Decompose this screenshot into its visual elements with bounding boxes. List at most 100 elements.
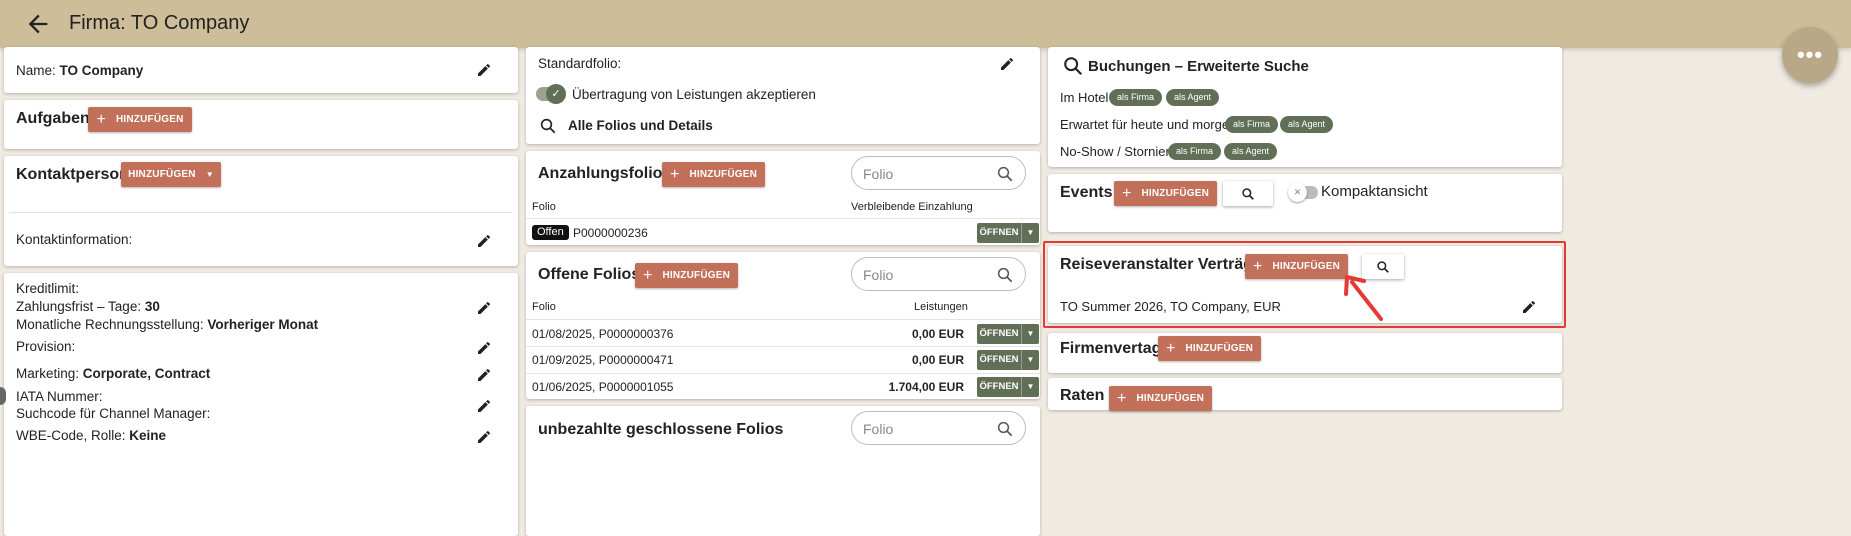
open-folio-row: 01/08/2025, P0000000376 (532, 327, 674, 341)
in-hotel-agent-tag[interactable]: als Agent (1166, 89, 1220, 106)
tasks-card: Aufgaben + HINZUFÜGEN (4, 100, 518, 149)
search-icon (997, 166, 1013, 182)
status-badge: Offen (532, 225, 569, 240)
noshow-firm-tag[interactable]: als Firma (1168, 143, 1222, 160)
iata-number: IATA Nummer: (16, 389, 103, 404)
edit-icon[interactable] (999, 56, 1015, 72)
search-icon (997, 421, 1013, 437)
caret-down-icon[interactable]: ▼ (1021, 324, 1039, 344)
col-folio: Folio (532, 301, 556, 313)
edit-icon[interactable] (476, 398, 492, 414)
company-contract-add-button[interactable]: + HINZUFÜGEN (1158, 336, 1261, 361)
events-card: Events + HINZUFÜGEN ✕ Kompaktansicht (1048, 174, 1562, 232)
edit-icon[interactable] (476, 62, 492, 78)
open-folio-button[interactable]: ÖFFNEN ▼ (977, 377, 1039, 397)
edit-icon[interactable] (476, 340, 492, 356)
standard-folio: Standardfolio: (538, 56, 622, 71)
expected-firm-tag[interactable]: als Firma (1225, 116, 1279, 133)
compact-view-label: Kompaktansicht (1321, 183, 1428, 200)
company-contract-card: Firmenvertag + HINZUFÜGEN (1048, 333, 1562, 373)
events-search-button[interactable] (1223, 181, 1273, 206)
unpaid-folios-title: unbezahlte geschlossene Folios (538, 421, 784, 438)
col-remaining: Verbleibende Einzahlung (851, 201, 973, 213)
expected-agent-tag[interactable]: als Agent (1280, 116, 1334, 133)
col-services: Leistungen (914, 301, 968, 313)
payment-terms: Zahlungsfrist – Tage: 30 (16, 299, 160, 314)
rates-add-button[interactable]: + HINZUFÜGEN (1109, 386, 1212, 411)
monthly-billing: Monatliche Rechnungsstellung: Vorheriger… (16, 317, 319, 332)
open-folio-button[interactable]: ÖFFNEN ▼ (977, 350, 1039, 370)
caret-down-icon[interactable]: ▼ (1021, 350, 1039, 370)
commission: Provision: (16, 339, 76, 354)
unpaid-search-input[interactable]: Folio (851, 411, 1026, 445)
search-placeholder: Folio (863, 421, 894, 437)
col-folio: Folio (532, 201, 556, 213)
search-icon (997, 267, 1013, 283)
caret-down-icon[interactable]: ▼ (1021, 377, 1039, 397)
contact-card: Kontaktperson HINZUFÜGEN ▼ Kontaktinforma… (4, 156, 518, 266)
open-folios-title: Offene Folios (538, 266, 641, 283)
contact-info: Kontaktinformation: (16, 232, 133, 247)
plus-icon: + (1252, 257, 1263, 275)
open-folios-card: Offene Folios + HINZUFÜGEN Folio Folio Le… (526, 252, 1040, 399)
folio-amount: 1.704,00 EUR (888, 380, 964, 394)
compact-view-toggle[interactable]: ✕ (1288, 183, 1318, 202)
expected-label: Erwartet für heute und morgen (1060, 117, 1237, 132)
open-folio-button[interactable]: ÖFFNEN ▼ (977, 223, 1039, 243)
tasks-title: Aufgaben (16, 110, 90, 127)
arrow-back-icon[interactable] (24, 10, 52, 38)
contact-title: Kontaktperson (16, 166, 129, 183)
plus-icon: + (96, 110, 106, 128)
deposit-folios-title: Anzahlungsfolios (538, 165, 672, 182)
open-search-input[interactable]: Folio (851, 257, 1026, 291)
caret-down-icon: ▼ (205, 170, 214, 179)
bookings-title: Buchungen – Erweiterte Suche (1088, 58, 1309, 75)
unpaid-folios-card: unbezahlte geschlossene Folios Folio (526, 406, 1040, 536)
edit-icon[interactable] (476, 429, 492, 445)
rates-card: Raten + HINZUFÜGEN (1048, 378, 1562, 411)
tasks-add-button[interactable]: + HINZUFÜGEN (88, 107, 192, 132)
rates-title: Raten (1060, 387, 1105, 404)
accept-transfer-toggle[interactable]: ✓ (536, 84, 566, 104)
deposit-folio-number: P0000000236 (573, 226, 648, 240)
search-icon (1242, 187, 1254, 200)
deposit-search-input[interactable]: Folio (851, 156, 1026, 190)
contact-add-button[interactable]: HINZUFÜGEN ▼ (121, 162, 221, 187)
details-card: Kreditlimit: Zahlungsfrist – Tage: 30 Mo… (4, 273, 518, 536)
edit-icon[interactable] (1521, 299, 1537, 315)
in-hotel-label: Im Hotel (1060, 90, 1109, 105)
search-icon (540, 118, 556, 134)
events-add-button[interactable]: + HINZUFÜGEN (1114, 181, 1217, 206)
tour-operator-add-button[interactable]: + HINZUFÜGEN (1245, 254, 1348, 279)
caret-down-icon[interactable]: ▼ (1021, 223, 1039, 243)
more-horiz-icon[interactable]: ••• (1782, 27, 1838, 83)
plus-icon: + (642, 266, 653, 284)
all-folios-link[interactable]: Alle Folios und Details (568, 118, 713, 133)
in-hotel-firm-tag[interactable]: als Firma (1109, 89, 1163, 106)
plus-icon: + (669, 165, 680, 183)
open-folio-row: 01/09/2025, P0000000471 (532, 353, 674, 367)
check-icon: ✓ (546, 84, 566, 104)
top-app-bar: Firma: TO Company (0, 0, 1851, 48)
noshow-label: No-Show / Storniert (1060, 144, 1174, 159)
marketing: Marketing: Corporate, Contract (16, 366, 211, 381)
annotation-arrow (1344, 275, 1383, 321)
edit-icon[interactable] (476, 367, 492, 383)
open-add-button[interactable]: + HINZUFÜGEN (635, 263, 738, 288)
noshow-agent-tag[interactable]: als Agent (1224, 143, 1278, 160)
events-title: Events (1060, 184, 1113, 201)
plus-icon: + (1116, 389, 1127, 407)
edit-icon[interactable] (476, 300, 492, 316)
search-placeholder: Folio (863, 267, 894, 283)
tour-contract-item[interactable]: TO Summer 2026, TO Company, EUR (1060, 299, 1281, 314)
deposit-add-button[interactable]: + HINZUFÜGEN (662, 162, 765, 187)
tour-operator-card: Reiseveranstalter Verträge + HINZUFÜGEN T… (1048, 246, 1562, 323)
searchcode: Suchcode für Channel Manager: (16, 406, 211, 421)
bookings-search-card: Buchungen – Erweiterte Suche Im Hotel al… (1048, 47, 1562, 167)
open-folio-button[interactable]: ÖFFNEN ▼ (977, 324, 1039, 344)
edit-icon[interactable] (476, 233, 492, 249)
tour-operator-title: Reiseveranstalter Verträge (1060, 256, 1262, 273)
close-icon: ✕ (1288, 183, 1307, 202)
credit-limit: Kreditlimit: (16, 281, 80, 296)
company-contract-title: Firmenvertag (1060, 340, 1162, 357)
